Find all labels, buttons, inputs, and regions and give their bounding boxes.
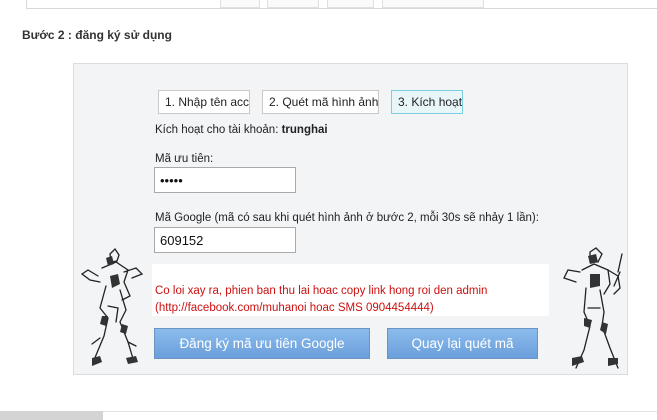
register-google-code-button[interactable]: Đăng ký mã ưu tiên Google: [154, 328, 370, 359]
tab-scan-image[interactable]: 2. Quét mã hình ảnh: [262, 90, 379, 114]
error-message-box: Co loi xay ra, phien ban thu lai hoac co…: [152, 264, 549, 316]
tab-enter-account[interactable]: 1. Nhập tên acc: [158, 90, 250, 114]
top-fragment: [220, 0, 260, 8]
warrior-right-image: [563, 247, 623, 369]
bottom-divider: [103, 411, 657, 412]
account-username: trunghai: [281, 124, 328, 136]
google-code-label: Mã Google (mã có sau khi quét hình ảnh ở…: [155, 212, 539, 224]
activation-panel: 1. Nhập tên acc 2. Quét mã hình ảnh 3. K…: [73, 63, 628, 375]
account-line: Kích hoạt cho tài khoản: trunghai: [155, 124, 328, 136]
step-heading: Bước 2 : đăng ký sử dụng: [22, 28, 172, 42]
error-line-1: Co loi xay ra, phien ban thu lai hoac co…: [155, 285, 488, 297]
google-code-input[interactable]: [154, 227, 296, 253]
top-fragment: [267, 0, 319, 8]
warrior-left-image: [80, 247, 144, 366]
top-fragment: [382, 0, 484, 8]
top-fragment: [327, 0, 374, 8]
back-to-scan-button[interactable]: Quay lại quét mã: [387, 328, 538, 359]
top-page-strip: [26, 0, 657, 9]
error-line-2: (http://facebook.com/muhanoi hoac SMS 09…: [155, 302, 434, 314]
priority-code-input[interactable]: [154, 167, 296, 193]
account-prefix: Kích hoạt cho tài khoản:: [155, 124, 279, 136]
bottom-tab[interactable]: [0, 411, 103, 420]
tab-activate[interactable]: 3. Kích hoạt: [391, 90, 463, 114]
priority-code-label: Mã ưu tiên:: [155, 153, 214, 165]
